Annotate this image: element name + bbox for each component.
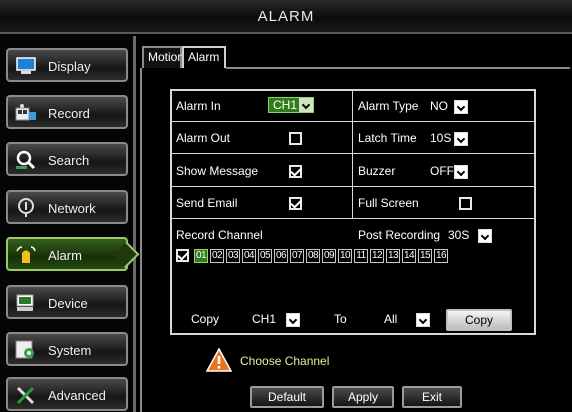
sidebar-item-label: System (48, 343, 92, 358)
row-divider (172, 121, 534, 122)
exit-button[interactable]: Exit (402, 386, 462, 408)
latch-time-value[interactable]: 10S (430, 131, 451, 145)
sidebar-item-advanced[interactable]: Advanced (6, 377, 128, 411)
alarm-settings-grid: Alarm In CH1 Alarm Type NO Alarm Out Lat… (170, 89, 536, 335)
copy-to-value[interactable]: All (384, 312, 397, 326)
channel-14-toggle[interactable]: 14 (402, 249, 416, 263)
sidebar-item-label: Search (48, 153, 90, 168)
copy-to-label: To (334, 312, 347, 326)
channel-04-toggle[interactable]: 04 (242, 249, 256, 263)
buzzer-dropdown-icon[interactable] (454, 165, 468, 179)
alarm-type-label: Alarm Type (358, 99, 419, 113)
device-icon (16, 294, 34, 311)
default-button[interactable]: Default (250, 386, 324, 408)
sidebar-item-alarm[interactable]: Alarm (6, 237, 128, 271)
copy-from-value[interactable]: CH1 (252, 312, 276, 326)
window-title: ALARM (0, 0, 572, 34)
tab-alarm[interactable]: Alarm (182, 46, 226, 68)
sidebar-item-system[interactable]: System (6, 332, 128, 366)
channel-09-toggle[interactable]: 09 (322, 249, 336, 263)
channel-13-toggle[interactable]: 13 (386, 249, 400, 263)
channel-08-toggle[interactable]: 08 (306, 249, 320, 263)
full-screen-label: Full Screen (358, 196, 419, 210)
network-icon (18, 198, 34, 217)
sidebar-item-label: Display (48, 59, 91, 74)
channel-12-toggle[interactable]: 12 (370, 249, 384, 263)
full-screen-checkbox[interactable] (459, 197, 472, 210)
row-divider (172, 186, 534, 187)
channel-10-toggle[interactable]: 10 (338, 249, 352, 263)
sidebar-item-display[interactable]: Display (6, 48, 128, 82)
sidebar-item-device[interactable]: Device (6, 285, 128, 319)
channel-01-toggle[interactable]: 01 (194, 249, 208, 263)
display-icon (16, 57, 36, 74)
alarm-in-select[interactable]: CH1 (268, 97, 314, 113)
copy-label: Copy (191, 312, 220, 326)
sidebar-item-search[interactable]: Search (6, 142, 128, 176)
post-recording-value[interactable]: 30S (448, 228, 469, 242)
sidebar-item-record[interactable]: Record (6, 95, 128, 129)
alarm-in-label: Alarm In (176, 99, 221, 113)
channel-15-toggle[interactable]: 15 (418, 249, 432, 263)
channel-16-toggle[interactable]: 16 (434, 249, 448, 263)
sidebar-item-label: Device (48, 296, 88, 311)
warning-text: Choose Channel (240, 354, 330, 368)
alarm-type-dropdown-icon[interactable] (454, 100, 468, 114)
system-icon (15, 340, 34, 359)
content-panel: Motion Alarm Alarm In CH1 Alarm Type NO … (140, 36, 572, 412)
latch-time-dropdown-icon[interactable] (454, 132, 468, 146)
sidebar-item-label: Advanced (48, 388, 106, 403)
post-recording-label: Post Recording (358, 228, 441, 242)
copy-to-dropdown-icon[interactable] (416, 313, 430, 327)
channel-11-toggle[interactable]: 11 (354, 249, 368, 263)
channel-06-toggle[interactable]: 06 (274, 249, 288, 263)
alarm-out-label: Alarm Out (176, 131, 231, 145)
buzzer-value[interactable]: OFF (430, 164, 454, 178)
show-message-label: Show Message (176, 164, 259, 178)
channel-05-toggle[interactable]: 05 (258, 249, 272, 263)
advanced-icon (16, 386, 35, 405)
send-email-label: Send Email (176, 196, 238, 210)
all-channels-checkbox[interactable] (176, 249, 189, 262)
column-divider (352, 91, 353, 219)
record-icon (15, 104, 36, 121)
channel-02-toggle[interactable]: 02 (210, 249, 224, 263)
alarm-type-value[interactable]: NO (430, 99, 448, 113)
copy-from-dropdown-icon[interactable] (286, 313, 300, 327)
latch-time-label: Latch Time (358, 131, 417, 145)
record-channel-label: Record Channel (176, 228, 263, 242)
alarm-out-checkbox[interactable] (289, 132, 302, 145)
warning-icon (206, 348, 232, 372)
row-divider (172, 218, 534, 219)
post-recording-dropdown-icon[interactable] (478, 229, 492, 243)
tab-motion[interactable]: Motion (142, 46, 184, 68)
buzzer-label: Buzzer (358, 164, 396, 178)
row-divider (172, 153, 534, 154)
sidebar: Display Record Search Network Alarm Devi… (0, 36, 136, 412)
sidebar-item-label: Alarm (48, 248, 82, 263)
sidebar-item-network[interactable]: Network (6, 190, 128, 224)
sidebar-item-label: Network (48, 201, 96, 216)
alarm-in-value: CH1 (273, 98, 298, 112)
channel-07-toggle[interactable]: 07 (290, 249, 304, 263)
sidebar-item-label: Record (48, 106, 90, 121)
apply-button[interactable]: Apply (332, 386, 394, 408)
channel-03-toggle[interactable]: 03 (226, 249, 240, 263)
send-email-checkbox[interactable] (289, 197, 302, 210)
show-message-checkbox[interactable] (289, 165, 302, 178)
chevron-down-icon[interactable] (299, 98, 313, 112)
alarm-icon (16, 246, 36, 263)
copy-button[interactable]: Copy (446, 309, 512, 331)
search-icon (16, 150, 36, 170)
